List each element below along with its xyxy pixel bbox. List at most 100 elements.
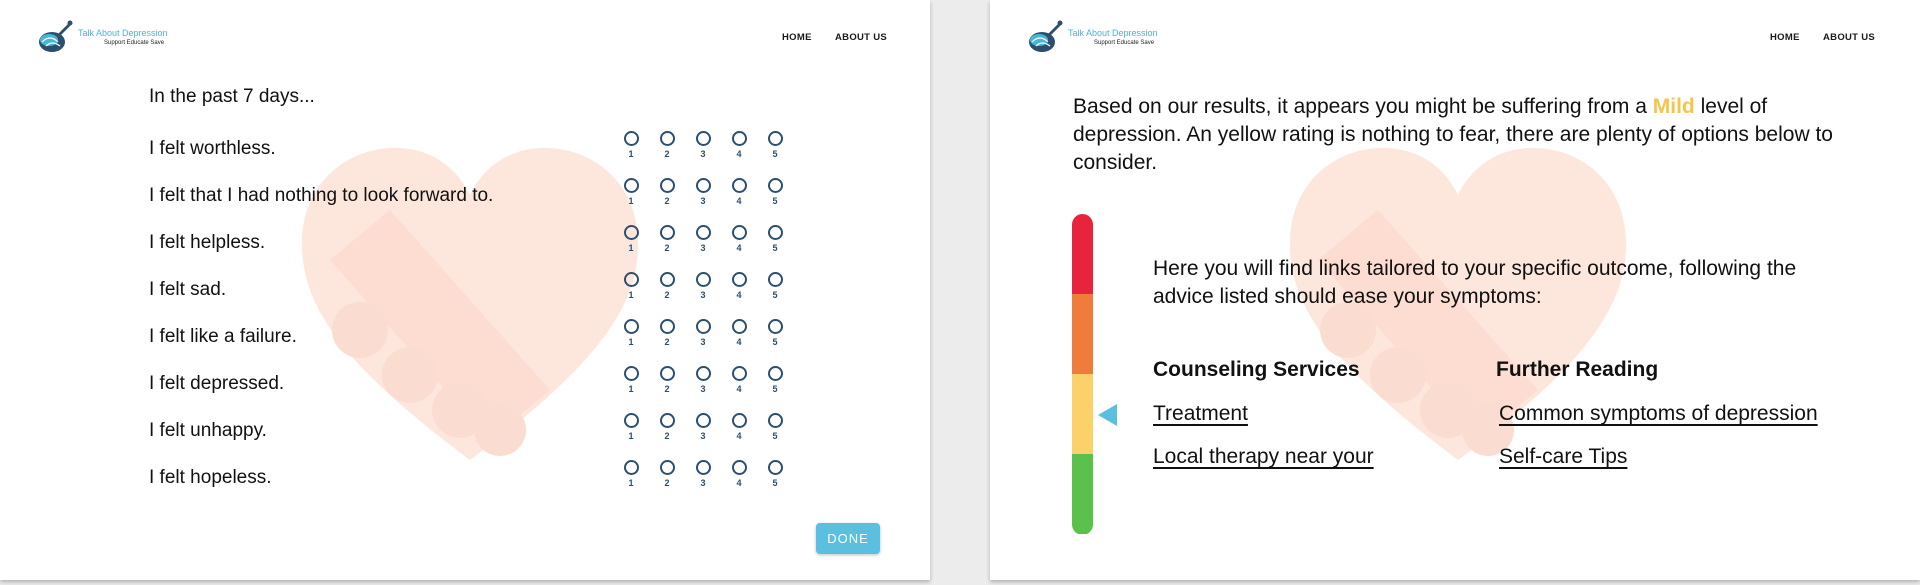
rating-radio[interactable] [731, 460, 747, 475]
rating-option[interactable]: 4 [728, 460, 750, 488]
rating-radio[interactable] [767, 319, 783, 334]
rating-option[interactable]: 4 [728, 319, 750, 347]
rating-radio[interactable] [767, 366, 783, 381]
rating-option[interactable]: 3 [692, 131, 714, 159]
rating-option[interactable]: 2 [656, 272, 678, 300]
rating-option[interactable]: 5 [764, 272, 786, 300]
treatment-link[interactable]: Treatment [1153, 402, 1248, 426]
rating-radio[interactable] [659, 225, 675, 240]
rating-option[interactable]: 5 [764, 131, 786, 159]
rating-radio[interactable] [695, 131, 711, 146]
rating-radio[interactable] [695, 460, 711, 475]
rating-option[interactable]: 1 [620, 413, 642, 441]
rating-number: 2 [664, 149, 670, 159]
rating-number: 2 [664, 290, 670, 300]
rating-option[interactable]: 1 [620, 319, 642, 347]
nav-home-link[interactable]: HOME [782, 32, 812, 43]
rating-radio[interactable] [695, 319, 711, 334]
rating-option[interactable]: 5 [764, 178, 786, 206]
rating-option[interactable]: 4 [728, 272, 750, 300]
rating-radio[interactable] [695, 413, 711, 428]
rating-option[interactable]: 1 [620, 272, 642, 300]
rating-radio[interactable] [695, 178, 711, 193]
rating-option[interactable]: 3 [692, 460, 714, 488]
rating-radio[interactable] [659, 413, 675, 428]
rating-option[interactable]: 2 [656, 225, 678, 253]
rating-radio[interactable] [659, 319, 675, 334]
rating-radio[interactable] [731, 178, 747, 193]
rating-number: 4 [736, 384, 742, 394]
rating-radio[interactable] [623, 272, 639, 287]
rating-radio[interactable] [623, 460, 639, 475]
rating-option[interactable]: 2 [656, 460, 678, 488]
nav-about-link[interactable]: ABOUT US [1823, 32, 1875, 43]
rating-radio[interactable] [731, 225, 747, 240]
rating-option[interactable]: 3 [692, 413, 714, 441]
rating-radio[interactable] [623, 319, 639, 334]
rating-radio[interactable] [623, 131, 639, 146]
rating-radio[interactable] [731, 366, 747, 381]
rating-option[interactable]: 3 [692, 366, 714, 394]
rating-option[interactable]: 1 [620, 131, 642, 159]
rating-option[interactable]: 3 [692, 225, 714, 253]
rating-radio[interactable] [695, 272, 711, 287]
rating-radio[interactable] [767, 460, 783, 475]
logo[interactable]: Talk About Depression Support Educate Sa… [1024, 18, 1184, 58]
rating-radio[interactable] [695, 366, 711, 381]
done-button[interactable]: DONE [816, 523, 880, 554]
rating-option[interactable]: 1 [620, 178, 642, 206]
brand-title: Talk About Depression [1068, 28, 1158, 38]
rating-option[interactable]: 2 [656, 319, 678, 347]
rating-option[interactable]: 2 [656, 178, 678, 206]
rating-radio[interactable] [731, 272, 747, 287]
rating-radio[interactable] [659, 131, 675, 146]
brand-title: Talk About Depression [78, 28, 168, 38]
self-care-link[interactable]: Self-care Tips [1499, 445, 1627, 469]
rating-radio[interactable] [767, 225, 783, 240]
rating-radio[interactable] [767, 413, 783, 428]
rating-option[interactable]: 1 [620, 366, 642, 394]
rating-option[interactable]: 1 [620, 225, 642, 253]
rating-number: 3 [700, 478, 706, 488]
rating-number: 1 [628, 196, 634, 206]
rating-radio[interactable] [659, 366, 675, 381]
rating-option[interactable]: 4 [728, 413, 750, 441]
local-therapy-link[interactable]: Local therapy near your [1153, 445, 1374, 469]
rating-number: 1 [628, 478, 634, 488]
rating-option[interactable]: 5 [764, 319, 786, 347]
logo[interactable]: Talk About Depression Support Educate Sa… [34, 18, 194, 58]
rating-radio[interactable] [767, 272, 783, 287]
rating-radio[interactable] [659, 272, 675, 287]
rating-radio[interactable] [623, 225, 639, 240]
rating-option[interactable]: 3 [692, 178, 714, 206]
symptoms-link[interactable]: Common symptoms of depression [1499, 402, 1818, 426]
rating-radio[interactable] [731, 413, 747, 428]
rating-radio[interactable] [731, 319, 747, 334]
rating-option[interactable]: 4 [728, 366, 750, 394]
rating-option[interactable]: 5 [764, 366, 786, 394]
rating-radio[interactable] [659, 178, 675, 193]
rating-option[interactable]: 3 [692, 272, 714, 300]
rating-option[interactable]: 2 [656, 131, 678, 159]
nav-about-link[interactable]: ABOUT US [835, 32, 887, 43]
rating-radio[interactable] [731, 131, 747, 146]
rating-option[interactable]: 4 [728, 131, 750, 159]
rating-option[interactable]: 3 [692, 319, 714, 347]
rating-radio[interactable] [695, 225, 711, 240]
rating-radio[interactable] [767, 178, 783, 193]
rating-option[interactable]: 5 [764, 225, 786, 253]
rating-option[interactable]: 1 [620, 460, 642, 488]
rating-option[interactable]: 4 [728, 178, 750, 206]
rating-radio[interactable] [767, 131, 783, 146]
rating-number: 5 [772, 384, 778, 394]
rating-option[interactable]: 2 [656, 366, 678, 394]
rating-radio[interactable] [623, 178, 639, 193]
rating-radio[interactable] [659, 460, 675, 475]
nav-home-link[interactable]: HOME [1770, 32, 1800, 43]
rating-option[interactable]: 4 [728, 225, 750, 253]
rating-option[interactable]: 5 [764, 460, 786, 488]
rating-radio[interactable] [623, 366, 639, 381]
rating-option[interactable]: 2 [656, 413, 678, 441]
rating-radio[interactable] [623, 413, 639, 428]
rating-option[interactable]: 5 [764, 413, 786, 441]
